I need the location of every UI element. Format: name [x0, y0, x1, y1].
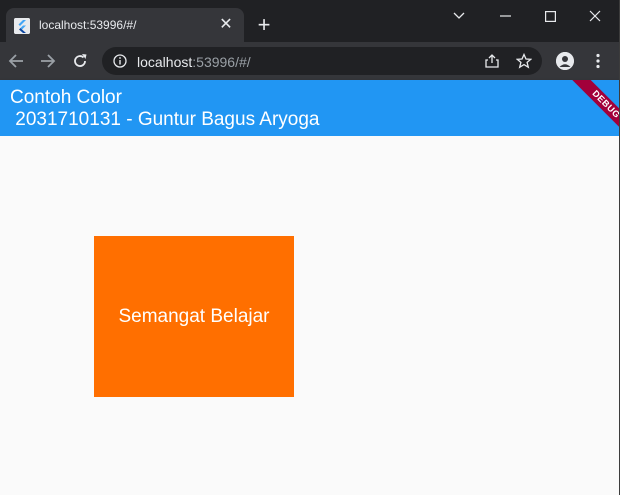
browser-window: localhost:53996/#/ ✕ + localhost:53996/#… — [0, 0, 620, 495]
maximize-icon[interactable] — [527, 5, 573, 27]
profile-avatar-icon[interactable] — [556, 52, 574, 70]
browser-tab[interactable]: localhost:53996/#/ ✕ — [6, 8, 244, 42]
browser-toolbar: localhost:53996/#/ — [0, 42, 620, 80]
new-tab-button[interactable]: + — [254, 14, 274, 36]
url-path: :53996/#/ — [192, 54, 251, 70]
tab-title: localhost:53996/#/ — [39, 18, 137, 32]
minimize-icon[interactable] — [482, 5, 528, 27]
address-bar[interactable]: localhost:53996/#/ — [102, 47, 542, 75]
more-menu-icon[interactable] — [592, 53, 604, 69]
app-bar-title: Contoh Color 2031710131 - Guntur Bagus A… — [10, 87, 320, 130]
url-host: localhost — [137, 54, 193, 70]
orange-container: Semangat Belajar — [94, 236, 294, 397]
forward-icon[interactable] — [38, 51, 58, 71]
app-body: Semangat Belajar — [0, 136, 620, 495]
url-text[interactable]: localhost:53996/#/ — [137, 54, 251, 70]
info-icon[interactable] — [113, 54, 127, 68]
back-icon[interactable] — [6, 51, 26, 71]
reload-icon[interactable] — [70, 51, 90, 71]
flutter-icon — [14, 18, 30, 34]
share-icon[interactable] — [484, 53, 500, 69]
bookmark-star-icon[interactable] — [515, 52, 533, 69]
box-label: Semangat Belajar — [118, 305, 270, 327]
title-bar: localhost:53996/#/ ✕ + — [0, 0, 620, 42]
tab-search-icon[interactable] — [436, 5, 482, 27]
app-bar: Contoh Color 2031710131 - Guntur Bagus A… — [0, 80, 620, 136]
close-window-icon[interactable] — [572, 5, 618, 27]
tab-close-icon[interactable]: ✕ — [218, 17, 234, 33]
